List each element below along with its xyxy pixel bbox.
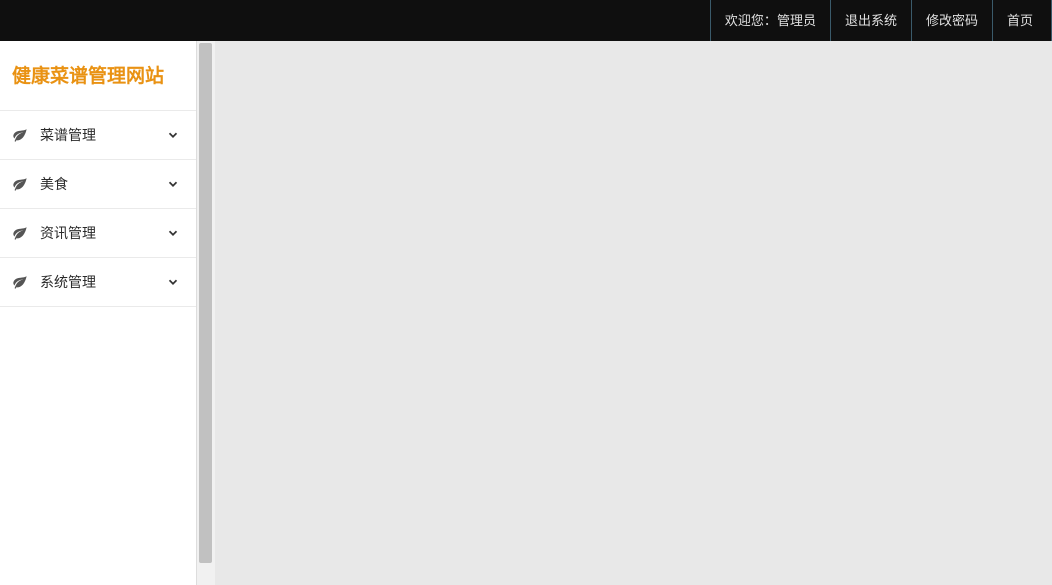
welcome-prefix: 欢迎您： [725,13,777,28]
sidebar-item-label: 系统管理 [40,272,166,292]
leaf-icon [12,274,28,290]
chevron-down-icon [166,226,180,240]
change-password-link[interactable]: 修改密码 [911,0,992,41]
chevron-down-icon [166,275,180,289]
content-area [215,41,1052,585]
welcome-text: 欢迎您：管理员 [710,0,830,41]
sidebar-item-news[interactable]: 资讯管理 [0,208,196,257]
logout-link[interactable]: 退出系统 [830,0,911,41]
site-title: 健康菜谱管理网站 [0,41,196,110]
scrollbar-thumb[interactable] [199,43,212,563]
content-wrapper [197,41,1052,585]
leaf-icon [12,127,28,143]
scrollbar-track[interactable] [197,41,215,585]
leaf-icon [12,225,28,241]
header-bar: 欢迎您：管理员 退出系统 修改密码 首页 [0,0,1052,41]
sidebar-item-label: 菜谱管理 [40,125,166,145]
welcome-user: 管理员 [777,13,816,28]
main-container: 健康菜谱管理网站 菜谱管理 美食 资讯管理 [0,41,1052,585]
sidebar-item-system[interactable]: 系统管理 [0,257,196,307]
home-link[interactable]: 首页 [992,0,1052,41]
chevron-down-icon [166,177,180,191]
sidebar-item-label: 资讯管理 [40,223,166,243]
leaf-icon [12,176,28,192]
sidebar: 健康菜谱管理网站 菜谱管理 美食 资讯管理 [0,41,197,585]
sidebar-item-label: 美食 [40,174,166,194]
chevron-down-icon [166,128,180,142]
sidebar-item-recipes[interactable]: 菜谱管理 [0,110,196,159]
sidebar-item-food[interactable]: 美食 [0,159,196,208]
